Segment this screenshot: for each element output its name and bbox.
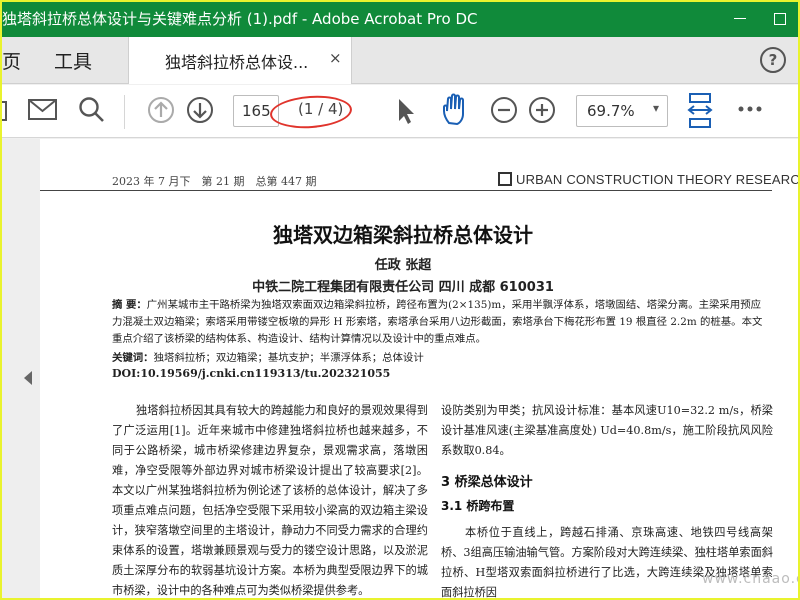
tab-bar: 页 工具 独塔斜拉桥总体设... × ?: [0, 37, 800, 84]
maximize-button[interactable]: [760, 0, 800, 37]
section-heading: 3 桥梁总体设计: [441, 475, 533, 490]
zoom-in-icon[interactable]: [528, 96, 556, 124]
menu-tools[interactable]: 工具: [54, 47, 92, 74]
print-icon[interactable]: [0, 98, 8, 124]
next-page-icon[interactable]: [186, 96, 214, 124]
zoom-value: 69.7%: [587, 102, 635, 120]
article-title: 独塔双边箱梁斜拉桥总体设计: [273, 223, 533, 247]
previous-page-icon[interactable]: [147, 96, 175, 124]
chevron-down-icon: ▾: [652, 101, 659, 115]
abstract: 摘 要：广州某城市主干路桥梁为独塔双索面双边箱梁斜拉桥，跨径布置为(2×135)…: [112, 297, 768, 348]
minimize-icon: [734, 18, 746, 19]
body-right-column: 设防类别为甲类；抗风设计标准：基本风速U10=32.2 m/s，桥梁设计基准风速…: [441, 401, 773, 461]
toolbar-divider: [124, 95, 125, 129]
subsection-heading: 3.1 桥跨布置: [441, 499, 515, 513]
pdf-page[interactable]: 2023 年 7 月下 第 21 期 总第 447 期 URBAN CONSTR…: [40, 139, 800, 600]
maximize-icon: [774, 12, 786, 25]
help-icon[interactable]: ?: [760, 47, 786, 73]
header-rule: [40, 190, 772, 191]
left-panel-gutter: [0, 139, 40, 600]
fit-page-icon[interactable]: [686, 93, 716, 129]
document-tab-label: 独塔斜拉桥总体设...: [165, 53, 309, 72]
design-standards-paragraph: 设防类别为甲类；抗风设计标准：基本风速U10=32.2 m/s，桥梁设计基准风速…: [441, 404, 773, 457]
keywords-label: 关键词：: [112, 352, 154, 364]
hand-tool-icon[interactable]: [440, 93, 472, 127]
doi: DOI:10.19569/j.cnki.cn119313/tu.20232105…: [112, 367, 391, 380]
journal-logo-icon: [498, 172, 512, 186]
zoom-out-icon[interactable]: [490, 96, 518, 124]
title-bar: 独塔斜拉桥总体设计与关键难点分析 (1).pdf - Adobe Acrobat…: [0, 0, 800, 37]
window-title: 独塔斜拉桥总体设计与关键难点分析 (1).pdf - Adobe Acrobat…: [2, 10, 478, 28]
watermark: www.cnaao.com: [702, 571, 800, 587]
menu-home[interactable]: 页: [2, 47, 21, 74]
body-left-column: 独塔斜拉桥因其具有较大的跨越能力和良好的景观效果得到了广泛运用[1]。近年来城市…: [112, 404, 428, 597]
close-tab-icon[interactable]: ×: [329, 49, 342, 67]
select-cursor-icon[interactable]: [396, 97, 416, 125]
email-icon[interactable]: [28, 98, 58, 122]
document-tab[interactable]: 独塔斜拉桥总体设... ×: [128, 37, 352, 84]
more-options-icon[interactable]: [737, 105, 765, 113]
span-layout-paragraph: 本桥位于直线上，跨越石排涌、京珠高速、地铁四号线高架桥、3组高压输油输气管。方案…: [441, 526, 773, 599]
minimize-button[interactable]: [720, 0, 760, 37]
keywords-text: 独塔斜拉桥；双边箱梁；基坑支护；半漂浮体系；总体设计: [153, 352, 424, 364]
journal-name-text: URBAN CONSTRUCTION THEORY RESEARCH: [516, 172, 800, 187]
article-authors: 任政 张超: [374, 258, 432, 273]
abstract-label: 摘 要：: [112, 299, 147, 311]
journal-name: URBAN CONSTRUCTION THEORY RESEARCH: [498, 172, 800, 187]
abstract-text: 广州某城市主干路桥梁为独塔双索面双边箱梁斜拉桥，跨径布置为(2×135)m，采用…: [112, 299, 763, 345]
expand-left-panel-icon[interactable]: [24, 371, 32, 385]
keywords: 关键词：独塔斜拉桥；双边箱梁；基坑支护；半漂浮体系；总体设计: [112, 349, 768, 364]
toolbar: 165 (1 / 4) 69.7% ▾: [0, 85, 800, 138]
journal-issue-info: 2023 年 7 月下 第 21 期 总第 447 期: [112, 175, 317, 188]
article-affiliation: 中铁二院工程集团有限责任公司 四川 成都 610031: [252, 280, 554, 295]
search-icon[interactable]: [78, 96, 106, 124]
zoom-select[interactable]: 69.7% ▾: [576, 95, 668, 127]
